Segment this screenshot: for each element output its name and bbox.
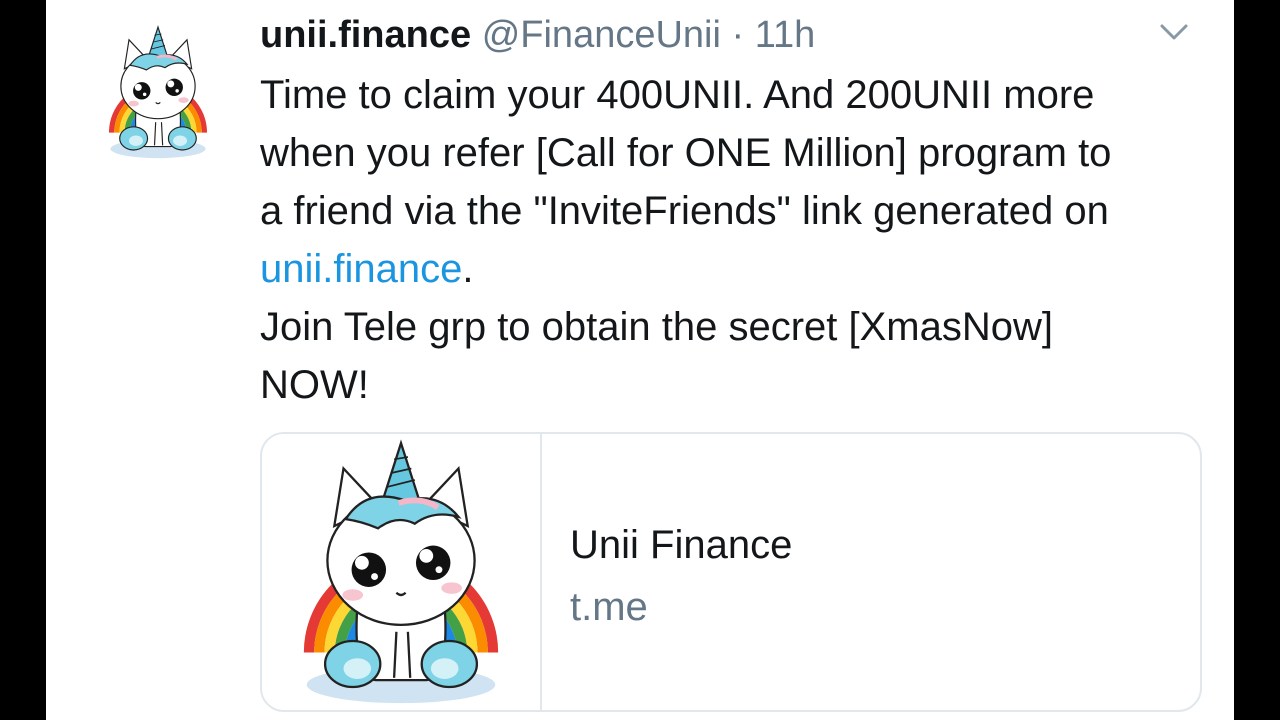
timestamp[interactable]: 11h bbox=[755, 14, 816, 56]
card-domain: t.me bbox=[570, 585, 648, 629]
tweet-line: Time to claim your 400UNII. And 200UNII … bbox=[260, 73, 1095, 117]
tweet-line: NOW! bbox=[260, 363, 369, 407]
tweet-text: Time to claim your 400UNII. And 200UNII … bbox=[260, 66, 1220, 414]
display-name[interactable]: unii.finance bbox=[260, 14, 471, 56]
tweet-header: unii.finance @FinanceUnii · 11h bbox=[260, 10, 815, 60]
unicorn-avatar-icon[interactable] bbox=[100, 14, 216, 170]
tweet-line: unii.finance. bbox=[260, 240, 1220, 298]
user-handle[interactable]: @FinanceUnii bbox=[482, 14, 721, 56]
tweet-link[interactable]: unii.finance bbox=[260, 247, 462, 291]
tweet-line: Join Tele grp to obtain the secret [Xmas… bbox=[260, 305, 1054, 349]
unicorn-card-image bbox=[262, 434, 542, 710]
link-preview-card[interactable]: Unii Finance t.me bbox=[260, 432, 1202, 712]
tweet-line: a friend via the "InviteFriends" link ge… bbox=[260, 189, 1109, 233]
tweet-line: when you refer [Call for ONE Million] pr… bbox=[260, 131, 1112, 175]
separator: · bbox=[731, 14, 745, 56]
chevron-down-icon[interactable] bbox=[1154, 18, 1194, 48]
card-title: Unii Finance bbox=[570, 523, 793, 567]
tweet-container: unii.finance @FinanceUnii · 11h Time to … bbox=[46, 0, 1234, 720]
tweet-punctuation: . bbox=[462, 247, 474, 291]
